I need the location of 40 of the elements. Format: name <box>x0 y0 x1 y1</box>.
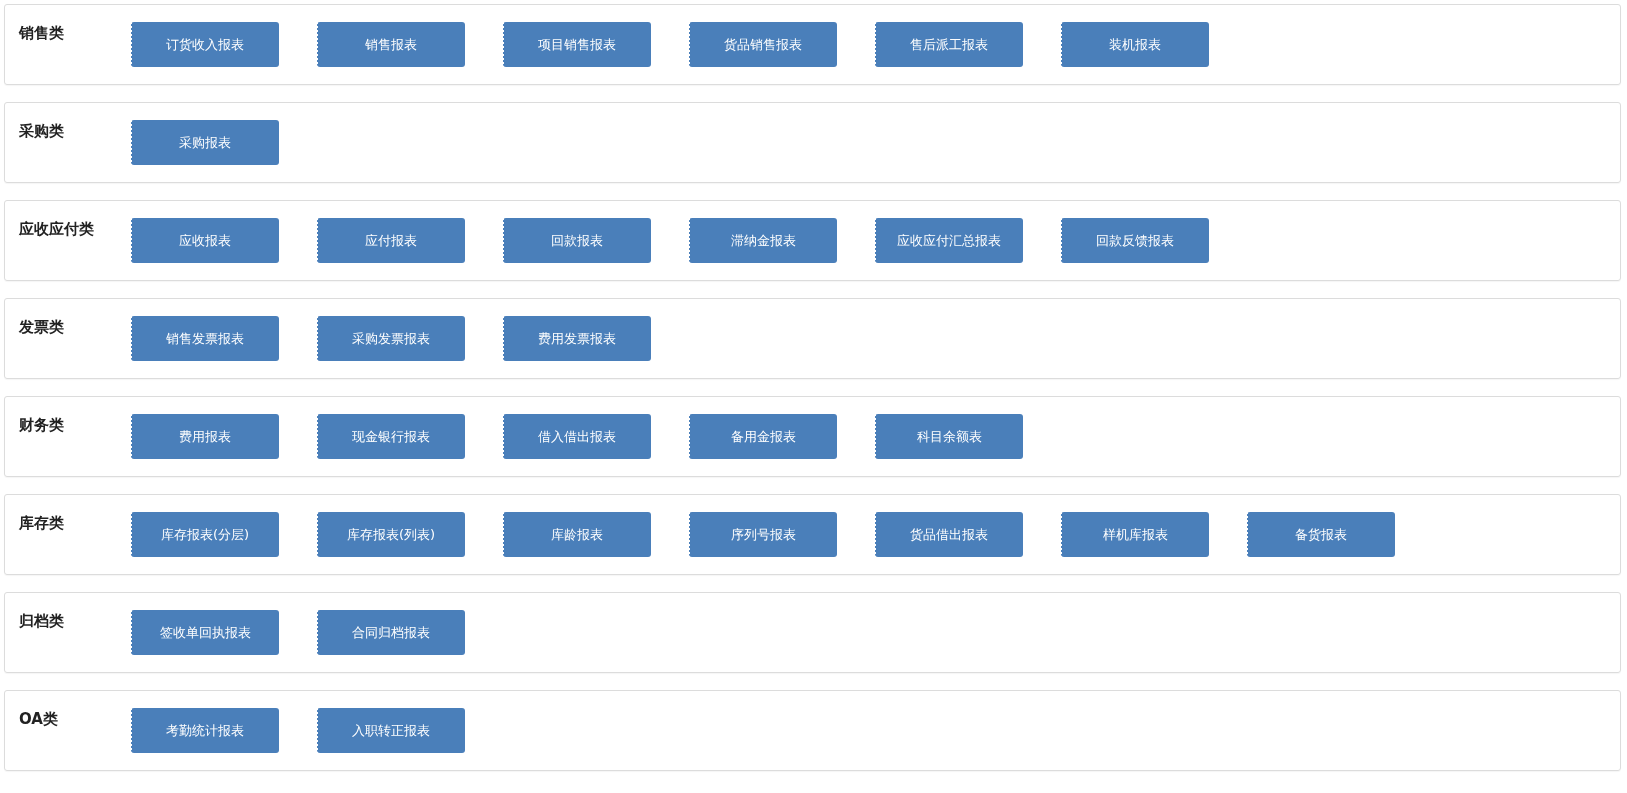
report-button[interactable]: 回款报表 <box>503 218 651 263</box>
report-button[interactable]: 销售发票报表 <box>131 316 279 361</box>
report-button[interactable]: 合同归档报表 <box>317 610 465 655</box>
report-button[interactable]: 售后派工报表 <box>875 22 1023 67</box>
category-title: 采购类 <box>19 121 65 142</box>
category-title: 发票类 <box>19 317 65 338</box>
report-button[interactable]: 货品借出报表 <box>875 512 1023 557</box>
report-button[interactable]: 借入借出报表 <box>503 414 651 459</box>
report-button[interactable]: 应收应付汇总报表 <box>875 218 1023 263</box>
report-button[interactable]: 应收报表 <box>131 218 279 263</box>
report-button[interactable]: 采购发票报表 <box>317 316 465 361</box>
report-button[interactable]: 滞纳金报表 <box>689 218 837 263</box>
report-button[interactable]: 货品销售报表 <box>689 22 837 67</box>
report-button[interactable]: 入职转正报表 <box>317 708 465 753</box>
category-title: 库存类 <box>19 513 65 534</box>
report-button[interactable]: 备用金报表 <box>689 414 837 459</box>
report-button[interactable]: 装机报表 <box>1061 22 1209 67</box>
category-title: 应收应付类 <box>19 219 95 240</box>
report-button[interactable]: 费用报表 <box>131 414 279 459</box>
report-button[interactable]: 费用发票报表 <box>503 316 651 361</box>
category-title: 归档类 <box>19 611 65 632</box>
report-button[interactable]: 项目销售报表 <box>503 22 651 67</box>
report-button[interactable]: 序列号报表 <box>689 512 837 557</box>
report-button[interactable]: 库龄报表 <box>503 512 651 557</box>
report-button[interactable]: 应付报表 <box>317 218 465 263</box>
report-button[interactable]: 订货收入报表 <box>131 22 279 67</box>
report-button[interactable]: 样机库报表 <box>1061 512 1209 557</box>
report-button[interactable]: 库存报表(分层) <box>131 512 279 557</box>
category-title: OA类 <box>19 709 59 730</box>
report-button[interactable]: 备货报表 <box>1247 512 1395 557</box>
report-button[interactable]: 销售报表 <box>317 22 465 67</box>
report-button[interactable]: 科目余额表 <box>875 414 1023 459</box>
report-button[interactable]: 签收单回执报表 <box>131 610 279 655</box>
category-title: 财务类 <box>19 415 65 436</box>
report-button[interactable]: 回款反馈报表 <box>1061 218 1209 263</box>
report-button[interactable]: 现金银行报表 <box>317 414 465 459</box>
report-button[interactable]: 采购报表 <box>131 120 279 165</box>
report-button[interactable]: 考勤统计报表 <box>131 708 279 753</box>
category-title: 销售类 <box>19 23 65 44</box>
report-button[interactable]: 库存报表(列表) <box>317 512 465 557</box>
